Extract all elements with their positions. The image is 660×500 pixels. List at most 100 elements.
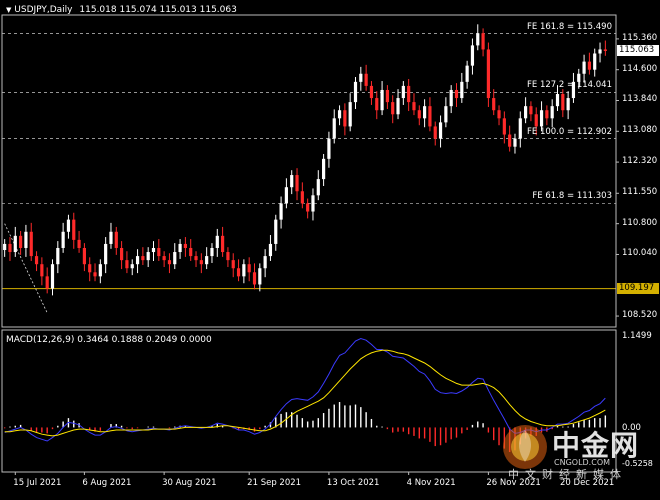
candle xyxy=(146,247,150,268)
candle xyxy=(157,239,161,261)
candle xyxy=(561,89,565,118)
candle xyxy=(24,224,28,257)
candle xyxy=(221,226,225,257)
candle xyxy=(189,239,193,261)
candle xyxy=(205,247,209,270)
time-tick-label: 13 Oct 2021 xyxy=(326,478,380,488)
candle-body xyxy=(470,45,475,66)
price-tick-label: 110.040 xyxy=(622,248,658,259)
fib-level-label: FE 100.0 = 112.902 xyxy=(527,126,612,137)
candle-body xyxy=(34,256,39,265)
candle-body xyxy=(385,89,389,103)
current-price-badge: 115.063 xyxy=(617,45,659,57)
candle-body xyxy=(162,256,166,261)
candle-body xyxy=(497,110,501,119)
candle xyxy=(13,226,17,257)
candle-body xyxy=(247,264,251,273)
candle-body xyxy=(449,89,453,107)
candle xyxy=(141,247,145,266)
candle-body xyxy=(50,264,55,289)
candle-body xyxy=(252,272,257,285)
candle-body xyxy=(438,122,443,139)
candle-body xyxy=(61,231,65,248)
candle-body xyxy=(539,110,544,127)
candle-body xyxy=(476,33,480,46)
candle-body xyxy=(56,247,60,265)
chart-window[interactable]: ▼ USDJPY,Daily 115.018 115.074 115.013 1… xyxy=(0,0,660,496)
candle-body xyxy=(353,81,358,103)
candle xyxy=(167,253,172,274)
candle-body xyxy=(125,260,129,269)
candle xyxy=(337,105,342,126)
candle-body xyxy=(481,33,485,50)
candle xyxy=(104,237,108,274)
candle xyxy=(412,93,416,116)
candle xyxy=(587,52,591,75)
candle xyxy=(125,251,129,274)
candle-body xyxy=(29,231,33,257)
time-tick-label: 4 Nov 2021 xyxy=(406,478,456,488)
candle xyxy=(433,121,437,146)
candle xyxy=(582,54,586,83)
candle-body xyxy=(45,276,49,289)
candle xyxy=(545,105,549,126)
candle-body xyxy=(348,102,352,127)
candle-body xyxy=(502,118,506,135)
time-tick-label: 21 Sep 2021 xyxy=(247,478,302,488)
candle xyxy=(56,241,60,274)
candle-body xyxy=(109,231,113,244)
candle xyxy=(593,48,597,77)
candle-body xyxy=(279,203,283,220)
candle xyxy=(8,237,12,261)
candle xyxy=(444,97,448,128)
candle-body xyxy=(412,102,416,111)
candle xyxy=(513,133,517,154)
candle xyxy=(194,251,198,268)
price-tick-label: 115.360 xyxy=(622,32,658,43)
candle xyxy=(258,263,262,292)
candle xyxy=(210,243,214,263)
candle xyxy=(497,105,501,126)
candle xyxy=(34,251,39,272)
candle xyxy=(454,83,459,107)
candle-body xyxy=(104,243,108,265)
candle xyxy=(417,105,421,126)
candle xyxy=(300,182,304,209)
price-tick-label: 113.080 xyxy=(622,125,658,136)
candle-body xyxy=(24,231,28,248)
candle xyxy=(343,103,347,136)
candle-body xyxy=(327,138,331,159)
candle xyxy=(423,99,427,128)
symbol-label: USDJPY,Daily xyxy=(14,5,73,15)
candle xyxy=(215,228,219,257)
price-tick-label: 110.800 xyxy=(622,217,658,228)
candle xyxy=(135,249,140,274)
candle-body xyxy=(486,49,490,99)
time-tick-label: 6 Aug 2021 xyxy=(82,478,132,488)
watermark-logo: 中金网 CNGOLD.COM 中文财经新媒体 xyxy=(500,418,660,481)
candle xyxy=(3,239,7,257)
price-tick-label: 112.320 xyxy=(622,156,658,167)
candle xyxy=(391,95,395,124)
candle-body xyxy=(268,243,273,257)
candle xyxy=(93,263,97,282)
candle-body xyxy=(263,256,267,269)
candle xyxy=(518,111,522,148)
candle xyxy=(566,91,570,120)
candle xyxy=(45,267,49,294)
candle-body xyxy=(19,235,23,248)
brand-tagline: 中文财经新媒体 xyxy=(508,468,627,481)
collapse-arrow-icon[interactable]: ▼ xyxy=(6,6,11,14)
candle xyxy=(247,257,251,282)
candle xyxy=(332,109,336,144)
candle xyxy=(29,222,33,261)
candle-body xyxy=(178,243,182,253)
candle-body xyxy=(518,118,522,139)
candle xyxy=(183,237,187,257)
candle-body xyxy=(593,53,597,70)
candle-body xyxy=(555,94,560,107)
candle-body xyxy=(120,247,124,261)
candle-body xyxy=(183,243,187,248)
candle-body xyxy=(364,73,368,86)
candle xyxy=(274,214,278,251)
